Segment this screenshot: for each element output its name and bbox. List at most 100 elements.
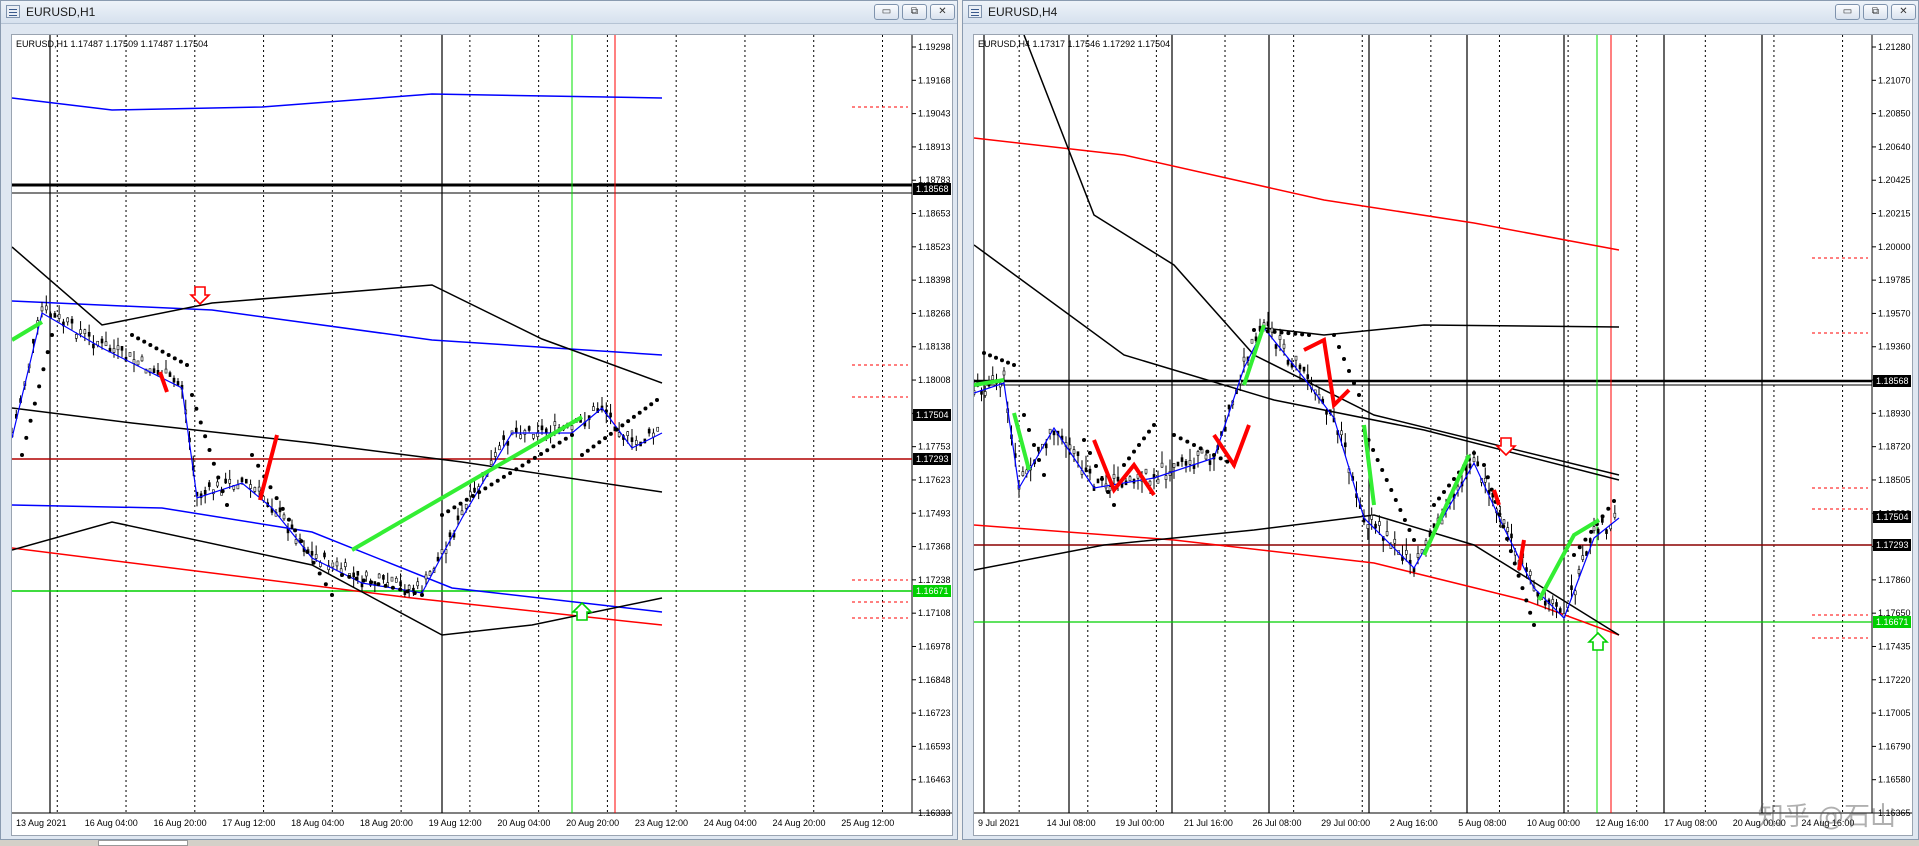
candle-body bbox=[1112, 474, 1116, 479]
sar-dot bbox=[1393, 498, 1398, 502]
sar-dot bbox=[1516, 573, 1521, 578]
sar-dot bbox=[452, 505, 457, 510]
time-label: 14 Jul 08:00 bbox=[1047, 818, 1096, 828]
sar-dot bbox=[1380, 468, 1385, 472]
candle-body bbox=[1298, 364, 1302, 370]
candle-body bbox=[489, 460, 493, 465]
close-button[interactable]: ✕ bbox=[930, 4, 955, 20]
sar-dot bbox=[420, 593, 424, 597]
candle-body bbox=[1184, 460, 1188, 466]
candle-body bbox=[1176, 461, 1180, 467]
sar-dot bbox=[1027, 428, 1031, 432]
candle-body bbox=[1188, 460, 1192, 465]
candle-body bbox=[172, 377, 176, 383]
chart-canvas[interactable]: 1.192981.191681.190431.189131.187831.186… bbox=[12, 35, 952, 835]
candle-body bbox=[1502, 519, 1506, 525]
sar-dot bbox=[603, 436, 608, 441]
title-bar[interactable]: EURUSD,H4 ▭ ⧉ ✕ bbox=[963, 1, 1918, 24]
candle-body bbox=[257, 486, 261, 492]
sar-dot bbox=[412, 591, 417, 596]
chart-window-h4[interactable]: EURUSD,H4 ▭ ⧉ ✕ 1.21280 1.21070 1.20850 1.2… bbox=[962, 0, 1919, 840]
sar-dot bbox=[1389, 488, 1394, 492]
candle-body bbox=[1592, 526, 1596, 531]
sar-dot bbox=[130, 333, 134, 337]
tab-h1[interactable] bbox=[98, 840, 188, 846]
sar-dot bbox=[330, 593, 334, 597]
sar-dot bbox=[1032, 443, 1036, 447]
restore-button[interactable]: ⧉ bbox=[1863, 4, 1888, 20]
candle-body bbox=[66, 317, 70, 323]
price-label: 1.16463 bbox=[918, 775, 951, 785]
candle-body bbox=[1551, 599, 1555, 604]
window-title: EURUSD,H1 bbox=[26, 5, 96, 19]
sar-dot bbox=[1371, 448, 1376, 452]
sar-dot bbox=[608, 431, 613, 436]
candle-body bbox=[514, 427, 518, 433]
sar-dot bbox=[1432, 503, 1436, 507]
sar-dot bbox=[1218, 456, 1223, 461]
sar-dot bbox=[280, 506, 285, 511]
chart-window-h1[interactable]: EURUSD,H1 ▭ ⧉ ✕ 1.19298 1.19168 1.19043 1.1… bbox=[0, 0, 958, 840]
sar-dot bbox=[1482, 463, 1486, 467]
price-label: 1.21070 bbox=[1878, 75, 1911, 85]
restore-button[interactable]: ⧉ bbox=[902, 4, 927, 20]
sar-dot bbox=[383, 583, 388, 588]
sar-dot bbox=[532, 455, 537, 460]
sar-dot bbox=[1307, 333, 1311, 337]
sar-dot bbox=[1137, 443, 1141, 447]
sar-dot bbox=[311, 560, 316, 565]
sar-dot bbox=[1583, 537, 1588, 542]
candle-body bbox=[1084, 467, 1088, 473]
candle-body bbox=[1037, 446, 1040, 452]
candle-body bbox=[377, 573, 381, 579]
sar-dot bbox=[1272, 329, 1277, 334]
candle-body bbox=[1286, 360, 1290, 365]
time-label: 20 Aug 04:00 bbox=[497, 818, 550, 828]
sar-dot bbox=[390, 585, 395, 590]
sar-dot bbox=[142, 339, 147, 344]
candle-body bbox=[382, 575, 385, 580]
candle-body bbox=[502, 435, 505, 440]
candle-body bbox=[92, 343, 95, 349]
price-label: 1.19360 bbox=[1878, 342, 1911, 352]
price-label: 1.18653 bbox=[918, 209, 951, 219]
close-button[interactable]: ✕ bbox=[1891, 4, 1916, 20]
sar-dot bbox=[1512, 561, 1517, 566]
candle-body bbox=[494, 452, 497, 457]
price-marker-label: 1.17293 bbox=[916, 454, 949, 464]
sar-dot bbox=[508, 471, 513, 476]
title-bar[interactable]: EURUSD,H1 ▭ ⧉ ✕ bbox=[1, 1, 957, 24]
chart-canvas[interactable]: 1.21280 1.21070 1.20850 1.20640 1.20425 1.202… bbox=[974, 35, 1912, 835]
candle-body bbox=[344, 562, 347, 567]
sar-dot bbox=[1342, 357, 1346, 361]
candle-body bbox=[164, 368, 168, 374]
candle-body bbox=[626, 431, 630, 436]
candle-body bbox=[116, 345, 120, 351]
candle-body bbox=[1021, 471, 1025, 476]
candle-body bbox=[216, 481, 219, 487]
candle-body bbox=[1472, 457, 1476, 463]
sar-dot bbox=[458, 501, 463, 506]
indicator-line bbox=[12, 521, 663, 636]
candle-body bbox=[100, 338, 104, 344]
minimize-button[interactable]: ▭ bbox=[874, 4, 899, 20]
price-label: 1.19570 bbox=[1878, 308, 1911, 318]
price-chart[interactable]: 1.19298 1.19168 1.19043 1.18913 1.18783 1.186… bbox=[11, 34, 953, 836]
sar-dot bbox=[514, 467, 519, 472]
candle-body bbox=[1274, 344, 1278, 349]
sar-dot bbox=[495, 478, 500, 483]
candle-body bbox=[1393, 538, 1397, 544]
sar-dot bbox=[643, 406, 648, 411]
candle-body bbox=[1172, 463, 1176, 468]
candle-body bbox=[323, 552, 326, 558]
sar-dot bbox=[1100, 477, 1104, 481]
minimize-button[interactable]: ▭ bbox=[1835, 4, 1860, 20]
sar-dot bbox=[317, 571, 322, 576]
price-chart[interactable]: 1.21280 1.21070 1.20850 1.20640 1.20425 1.202… bbox=[973, 34, 1913, 836]
price-marker-label: 1.18568 bbox=[1876, 376, 1909, 386]
candle-body bbox=[44, 305, 48, 311]
candle-body bbox=[335, 561, 339, 567]
candle-body bbox=[1370, 515, 1373, 520]
sar-dot bbox=[28, 418, 33, 423]
sar-dot bbox=[190, 393, 194, 397]
